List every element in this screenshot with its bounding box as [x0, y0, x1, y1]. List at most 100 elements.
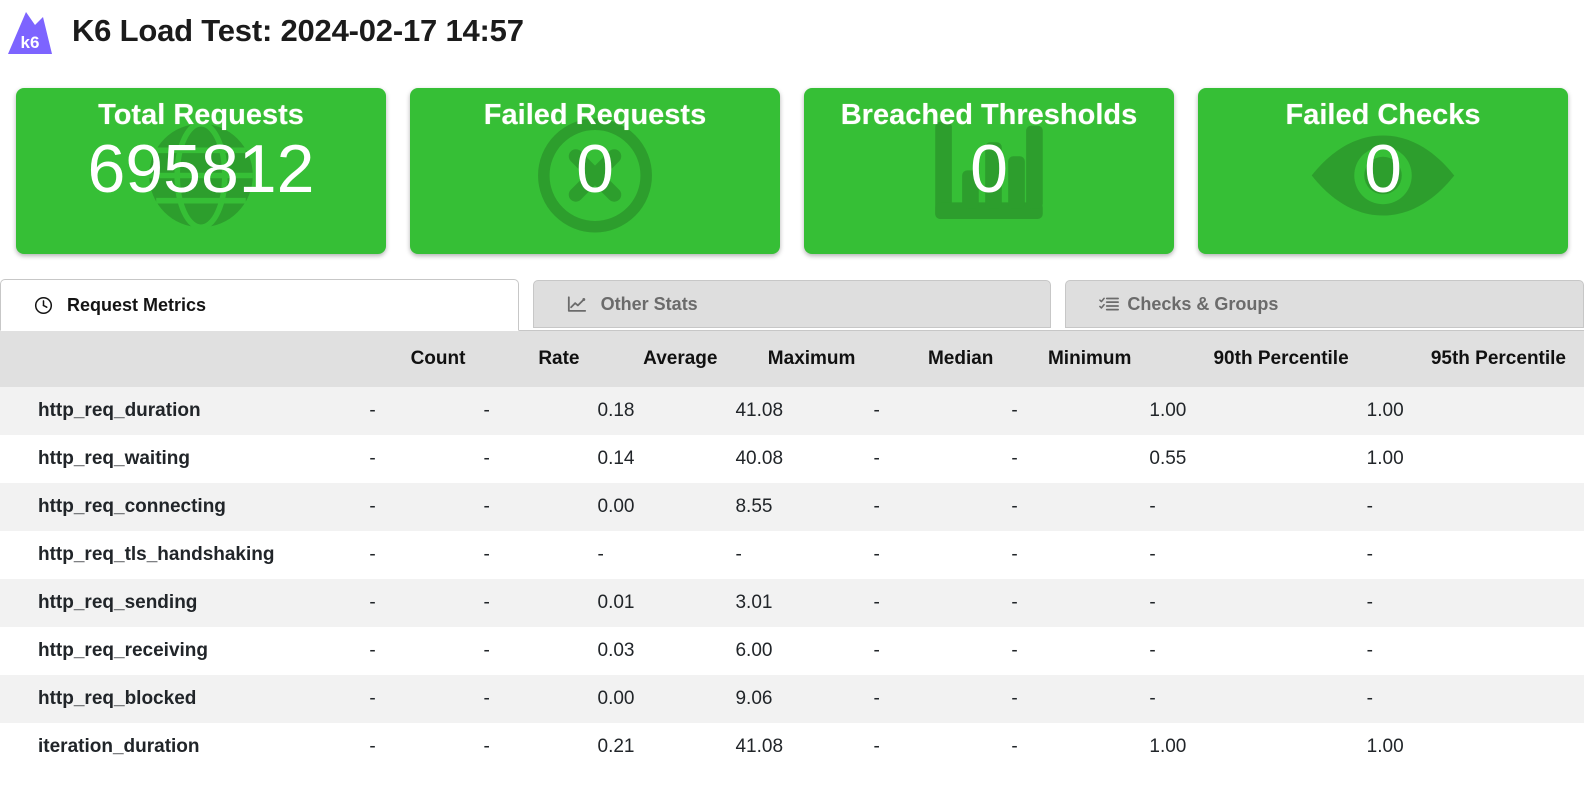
stat-card-total-requests: Total Requests 695812 [16, 88, 386, 254]
metric-minimum: - [1011, 496, 1018, 517]
metric-average: 0.00 [597, 688, 635, 709]
metric-name: http_req_tls_handshaking [38, 544, 275, 565]
stat-card-value: 0 [1364, 131, 1402, 208]
col-header-average: Average [597, 331, 736, 387]
clock-icon [34, 296, 53, 315]
metric-p90: - [1149, 496, 1156, 517]
page-header: k6 K6 Load Test: 2024-02-17 14:57 [0, 0, 1584, 62]
metric-rate: - [483, 640, 490, 661]
metric-median: - [873, 496, 880, 517]
metric-p95: 1.00 [1366, 736, 1404, 757]
stat-card-label: Total Requests [98, 99, 304, 131]
metric-minimum: - [1011, 544, 1018, 565]
tab-label: Other Stats [600, 293, 698, 314]
metric-name: http_req_connecting [38, 496, 226, 517]
metric-name: http_req_waiting [38, 448, 191, 469]
metric-p90: - [1149, 544, 1156, 565]
metric-p95: - [1366, 544, 1373, 565]
col-header-p95: 95th Percentile [1366, 331, 1584, 387]
metric-name: http_req_blocked [38, 688, 197, 709]
metric-maximum: 6.00 [735, 640, 773, 661]
table-body: http_req_duration - - 0.18 41.08 - - 1.00 1.00 ht… [0, 387, 1584, 771]
metric-median: - [873, 448, 880, 469]
metric-minimum: - [1011, 400, 1018, 421]
metric-count: - [369, 448, 376, 469]
stat-card-failed-requests: Failed Requests 0 [410, 88, 780, 254]
metric-p90: 0.55 [1149, 448, 1187, 469]
metric-median: - [873, 400, 880, 421]
metric-maximum: 3.01 [735, 592, 773, 613]
metric-p95: - [1366, 496, 1373, 517]
metric-count: - [369, 400, 376, 421]
metric-rate: - [483, 496, 490, 517]
col-header-maximum: Maximum [735, 331, 874, 387]
metric-p95: 1.00 [1366, 448, 1404, 469]
col-header-median: Median [873, 331, 1012, 387]
col-header-minimum: Minimum [1011, 331, 1150, 387]
metric-minimum: - [1011, 448, 1018, 469]
table-row: http_req_connecting - - 0.00 8.55 - - - - [0, 483, 1584, 531]
tab-bar: Request Metrics Other Stats Checks & Gro… [0, 276, 1584, 331]
metric-average: 0.03 [597, 640, 635, 661]
metric-average: 0.21 [597, 736, 635, 757]
metric-median: - [873, 688, 880, 709]
metric-rate: - [483, 688, 490, 709]
metric-rate: - [483, 448, 490, 469]
metric-name: http_req_sending [38, 592, 198, 613]
table-row: http_req_receiving - - 0.03 6.00 - - - - [0, 627, 1584, 675]
k6-logo: k6 [0, 0, 60, 62]
col-header-count: Count [369, 331, 484, 387]
stat-card-value: 695812 [87, 131, 315, 208]
metric-average: 0.00 [597, 496, 635, 517]
line-chart-icon [567, 295, 587, 314]
stat-card-label: Failed Requests [483, 99, 707, 131]
metric-median: - [873, 544, 880, 565]
metric-maximum: 8.55 [735, 496, 773, 517]
metric-rate: - [483, 544, 490, 565]
metric-p95: - [1366, 688, 1373, 709]
metric-median: - [873, 640, 880, 661]
metric-p90: - [1149, 640, 1156, 661]
table-header-row: Count Rate Average Maximum Median Minimu… [0, 331, 1584, 387]
table-row: http_req_duration - - 0.18 41.08 - - 1.00 1.00 [0, 387, 1584, 435]
tab-request-metrics[interactable]: Request Metrics [0, 279, 519, 331]
metric-average: 0.14 [597, 448, 635, 469]
metric-count: - [369, 544, 376, 565]
metric-name: http_req_duration [38, 400, 201, 421]
tab-checks-groups[interactable]: Checks & Groups [1065, 280, 1584, 328]
metric-count: - [369, 496, 376, 517]
tab-other-stats[interactable]: Other Stats [532, 280, 1052, 328]
metric-name: iteration_duration [38, 736, 200, 757]
k6-mountain-icon: k6 [8, 12, 52, 54]
col-header-rate: Rate [483, 331, 598, 387]
stat-card-label: Failed Checks [1285, 99, 1481, 131]
stat-card-label: Breached Thresholds [840, 99, 1138, 131]
summary-cards: Total Requests 695812 Failed Requests 0 [0, 88, 1584, 254]
metric-median: - [873, 592, 880, 613]
metric-count: - [369, 736, 376, 757]
col-header-metric [0, 331, 370, 387]
metric-rate: - [483, 592, 490, 613]
metric-median: - [873, 736, 880, 757]
metric-average: - [597, 544, 604, 565]
metric-minimum: - [1011, 592, 1018, 613]
metric-p90: 1.00 [1149, 736, 1187, 757]
table-row: iteration_duration - - 0.21 41.08 - - 1.00 1.00 [0, 723, 1584, 771]
tab-label: Request Metrics [67, 294, 207, 315]
metric-p90: - [1149, 688, 1156, 709]
table-row: http_req_sending - - 0.01 3.01 - - - - [0, 579, 1584, 627]
metric-p95: - [1366, 640, 1373, 661]
request-metrics-table: Count Rate Average Maximum Median Minimu… [0, 331, 1584, 771]
metric-maximum: 41.08 [735, 736, 784, 757]
page-title: K6 Load Test: 2024-02-17 14:57 [72, 13, 524, 48]
metric-p90: 1.00 [1149, 400, 1187, 421]
metric-rate: - [483, 400, 490, 421]
tasks-icon [1099, 295, 1120, 314]
metric-maximum: 9.06 [735, 688, 773, 709]
metric-p95: - [1366, 592, 1373, 613]
metric-name: http_req_receiving [38, 640, 208, 661]
metric-minimum: - [1011, 640, 1018, 661]
stat-card-value: 0 [970, 131, 1008, 208]
metric-average: 0.18 [597, 400, 635, 421]
metric-p95: 1.00 [1366, 400, 1404, 421]
